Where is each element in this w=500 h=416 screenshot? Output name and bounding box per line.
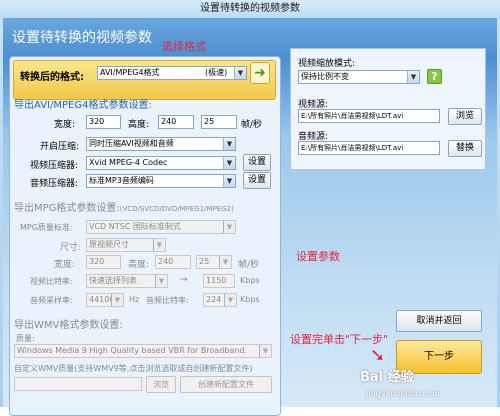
chevron-down-icon: ▼ bbox=[259, 345, 271, 357]
chevron-down-icon: ▼ bbox=[223, 138, 235, 150]
mpg-samplerate-unit: Hz bbox=[129, 295, 140, 304]
avi-fps-input[interactable]: 25 bbox=[201, 115, 237, 129]
chevron-down-icon: ▼ bbox=[219, 256, 231, 268]
avi-video-codec-value: Xvid MPEG-4 Codec bbox=[89, 158, 168, 167]
audio-source-path-input[interactable]: E:\所有照片\肖洁男视频\LDT.avi bbox=[298, 141, 440, 155]
avi-compress-value: 同时压缩AVI视频和音频 bbox=[89, 139, 174, 148]
arrow-right-icon: → bbox=[180, 275, 188, 285]
source-path-input[interactable]: E:\所有照片\肖洁男视频\LDT.avi bbox=[298, 109, 440, 123]
avi-width-input[interactable]: 320 bbox=[86, 115, 121, 129]
source-browse-button[interactable]: 浏览 bbox=[448, 108, 482, 125]
note-set-params: 设置参数 bbox=[296, 250, 340, 263]
arrow-pointer-icon: ➘ bbox=[370, 345, 386, 366]
cancel-button[interactable]: 取消并返回 bbox=[396, 310, 482, 332]
mpg-abitrate-select[interactable]: 224 ▼ bbox=[203, 293, 237, 307]
mpg-abitrate-value: 224 bbox=[206, 295, 222, 304]
chevron-down-icon: ▼ bbox=[111, 294, 123, 306]
avi-compress-select[interactable]: 同时压缩AVI视频和音频 ▼ bbox=[86, 137, 236, 151]
video-codec-settings-button[interactable]: 设置 bbox=[243, 154, 271, 171]
watermark-brand: Bai 经验 bbox=[360, 370, 414, 385]
mpg-bitrate-select[interactable]: 快速选择列表 ▼ bbox=[86, 274, 168, 288]
window-title: 设置待转换的视频参数 bbox=[0, 0, 500, 18]
mpg-samplerate-select[interactable]: 44100 ▼ bbox=[86, 293, 124, 307]
mpg-size-label: 尺寸: bbox=[60, 243, 82, 253]
wmv-quality-value: Windows Media 9 High Quality based VBR f… bbox=[17, 346, 247, 355]
mpg-quality-value: VCD NTSC 国际标准制式 bbox=[89, 222, 181, 231]
mpg-bitrate-select-value: 快速选择列表 bbox=[89, 276, 137, 285]
format-value: AVI/MPEG4格式 bbox=[100, 68, 160, 77]
mpg-bitrate-label: 视频比特率: bbox=[30, 277, 73, 286]
mpg-quality-label: MPG质量标准: bbox=[20, 223, 73, 232]
avi-height-label: 高度: bbox=[128, 120, 150, 130]
mpg-size-value: 原视频尺寸 bbox=[89, 240, 129, 249]
mpg-samplerate-label: 音频采样率: bbox=[30, 296, 73, 305]
wmv-custom-path-input[interactable] bbox=[14, 377, 142, 391]
avi-width-label: 宽度: bbox=[54, 120, 76, 130]
mpg-abitrate-label: 音频比特率: bbox=[146, 296, 189, 305]
mpg-width-label: 宽度: bbox=[54, 260, 76, 270]
chevron-down-icon: ▼ bbox=[224, 294, 236, 306]
dialog-header: 设置待转换的视频参数 bbox=[12, 30, 152, 46]
avi-video-codec-select[interactable]: Xvid MPEG-4 Codec ▼ bbox=[86, 156, 236, 170]
mpg-section-title: 导出MPG格式参数设置:(VCD/SVCD/DVD/MPEG1/MPEG2) bbox=[14, 199, 234, 214]
help-icon[interactable]: ? bbox=[427, 69, 442, 84]
avi-compress-label: 开启压缩: bbox=[40, 142, 80, 152]
mpg-fps-unit: 帧/秒 bbox=[238, 260, 260, 270]
mpg-width-input[interactable]: 320 bbox=[86, 255, 121, 269]
wmv-quality-select[interactable]: Windows Media 9 High Quality based VBR f… bbox=[14, 344, 272, 358]
wmv-browse-button[interactable]: 浏览 bbox=[146, 376, 176, 393]
avi-audio-codec-label: 音频压缩器: bbox=[30, 179, 79, 189]
avi-video-codec-label: 视频压缩器: bbox=[30, 161, 79, 171]
convert-icon[interactable]: ➜ bbox=[250, 62, 270, 84]
watermark-url: jingyan.baidu.com bbox=[366, 389, 440, 398]
wmv-section-title: 导出WMV格式参数设置: bbox=[14, 320, 123, 331]
mpg-bitrate-unit: Kbps bbox=[240, 276, 260, 285]
avi-fps-unit: 帧/秒 bbox=[241, 120, 263, 130]
format-select[interactable]: AVI/MPEG4格式 (极速) ▼ bbox=[97, 66, 247, 80]
mpg-quality-select[interactable]: VCD NTSC 国际标准制式 ▼ bbox=[86, 220, 236, 234]
chevron-down-icon: ▼ bbox=[223, 221, 235, 233]
mpg-fps-select[interactable]: 25 ▼ bbox=[196, 255, 232, 269]
avi-audio-codec-select[interactable]: 标准MP3音频编码 ▼ bbox=[86, 174, 236, 188]
scale-select[interactable]: 保持比例不变 ▼ bbox=[298, 70, 420, 84]
mpg-section-sub: (VCD/SVCD/DVD/MPEG1/MPEG2) bbox=[119, 205, 234, 213]
chevron-down-icon: ▼ bbox=[153, 239, 165, 251]
scale-value: 保持比例不变 bbox=[301, 72, 349, 81]
chevron-down-icon: ▼ bbox=[223, 175, 235, 187]
wmv-custom-label: 自定义WMV质量(支持WMV9等,点击浏览选取或自创建新配置文件) bbox=[14, 364, 253, 373]
mpg-fps-value: 25 bbox=[199, 257, 210, 266]
format-label: 转换后的格式: bbox=[20, 72, 84, 83]
wmv-create-button[interactable]: 创建新配置文件 bbox=[180, 376, 272, 393]
avi-audio-codec-value: 标准MP3音频编码 bbox=[89, 176, 154, 185]
chevron-down-icon: ▼ bbox=[155, 275, 167, 287]
mpg-bitrate-input[interactable]: 1150 bbox=[203, 274, 235, 288]
mpg-abitrate-unit: Kbps bbox=[240, 295, 260, 304]
mpg-size-select[interactable]: 原视频尺寸 ▼ bbox=[86, 238, 166, 252]
chevron-down-icon: ▼ bbox=[234, 67, 246, 79]
audio-source-replace-button[interactable]: 替换 bbox=[448, 140, 482, 157]
scale-label: 视频缩放模式: bbox=[298, 59, 356, 69]
mpg-height-input[interactable]: 240 bbox=[155, 255, 191, 269]
chevron-down-icon: ▼ bbox=[223, 157, 235, 169]
avi-height-input[interactable]: 240 bbox=[158, 115, 194, 129]
mpg-height-label: 高度: bbox=[128, 260, 150, 270]
avi-section-title: 导出AVI/MPEG4格式参数设置: bbox=[14, 100, 152, 111]
chevron-down-icon: ▼ bbox=[407, 71, 419, 83]
note-choose-format: 选择格式 bbox=[162, 40, 206, 53]
audio-codec-settings-button[interactable]: 设置 bbox=[243, 172, 271, 189]
format-badge: (极速) bbox=[205, 68, 228, 77]
mpg-section-label: 导出MPG格式参数设置: bbox=[14, 203, 120, 214]
wmv-quality-label: 质量: bbox=[16, 334, 35, 343]
